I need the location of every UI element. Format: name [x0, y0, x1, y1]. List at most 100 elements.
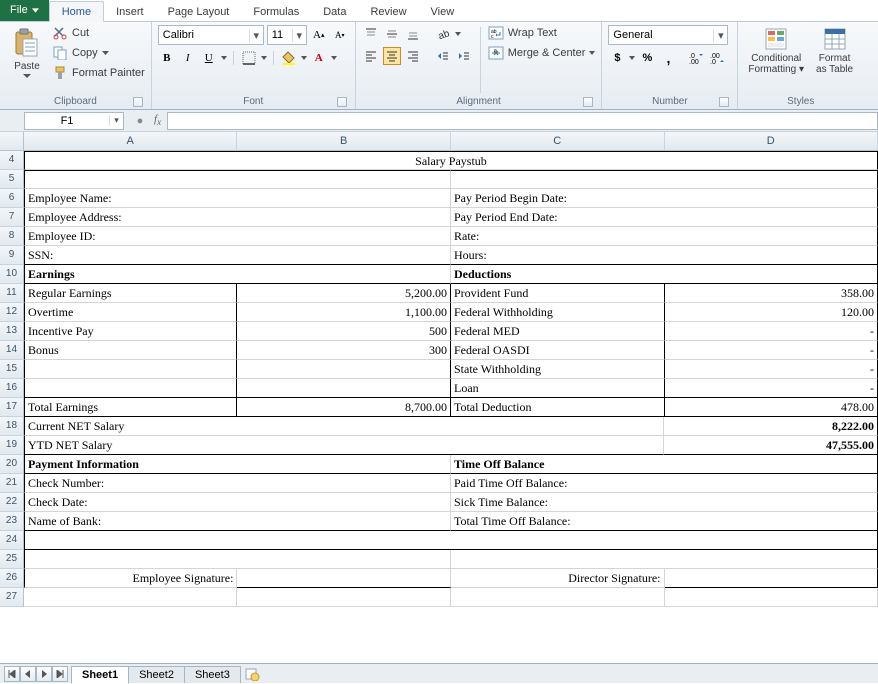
cell[interactable]: 5,200.00 — [237, 284, 451, 303]
cell[interactable]: Rate: — [451, 227, 878, 246]
cell[interactable] — [237, 379, 451, 398]
orientation-button[interactable]: ab — [434, 25, 452, 43]
cell[interactable] — [237, 588, 451, 607]
font-color-button[interactable]: A — [310, 49, 328, 67]
cell[interactable]: - — [665, 379, 878, 398]
row-header[interactable]: 17 — [0, 398, 24, 417]
cell[interactable]: State Withholding — [451, 360, 665, 379]
merge-center-button[interactable]: aMerge & Center — [488, 45, 596, 61]
cell[interactable]: 500 — [237, 322, 451, 341]
cell[interactable]: Employee ID: — [24, 227, 451, 246]
cell[interactable]: Federal OASDI — [451, 341, 665, 360]
cell[interactable]: Deductions — [451, 265, 878, 284]
cell[interactable]: SSN: — [24, 246, 451, 265]
col-header[interactable]: D — [665, 132, 878, 150]
shrink-font-button[interactable]: A▾ — [331, 26, 349, 44]
col-header[interactable]: B — [237, 132, 451, 150]
row-header[interactable]: 19 — [0, 436, 24, 455]
percent-button[interactable]: % — [638, 49, 656, 67]
prev-sheet-button[interactable] — [20, 666, 36, 682]
cell[interactable] — [24, 588, 238, 607]
currency-button[interactable]: $ — [608, 49, 626, 67]
copy-button[interactable]: Copy — [52, 45, 145, 61]
row-header[interactable]: 14 — [0, 341, 24, 360]
row-header[interactable]: 25 — [0, 550, 24, 569]
sheet-tab[interactable]: Sheet2 — [128, 666, 185, 683]
cell[interactable] — [24, 360, 238, 379]
cell[interactable]: Bonus — [24, 341, 238, 360]
cell[interactable]: Director Signature: — [451, 569, 665, 588]
row-header[interactable]: 8 — [0, 227, 24, 246]
row-header[interactable]: 20 — [0, 455, 24, 474]
cell[interactable]: Employee Name: — [24, 189, 451, 208]
wrap-text-button[interactable]: abcWrap Text — [488, 25, 596, 41]
cell[interactable]: Current NET Salary — [24, 417, 665, 436]
decrease-decimal-button[interactable]: .00.0 — [708, 49, 726, 67]
row-header[interactable]: 26 — [0, 569, 24, 588]
row-header[interactable]: 22 — [0, 493, 24, 512]
cell[interactable]: 47,555.00 — [664, 436, 878, 455]
cell[interactable]: 8,700.00 — [237, 398, 451, 417]
tab-home[interactable]: Home — [49, 1, 104, 22]
cell[interactable]: Earnings — [24, 265, 451, 284]
row-header[interactable]: 27 — [0, 588, 24, 607]
row-header[interactable]: 18 — [0, 417, 24, 436]
formula-bar[interactable] — [167, 112, 878, 130]
cell[interactable]: Loan — [451, 379, 665, 398]
cell[interactable]: Hours: — [451, 246, 878, 265]
cell[interactable]: 120.00 — [665, 303, 878, 322]
dialog-launcher-icon[interactable] — [719, 97, 729, 107]
cell[interactable]: Employee Address: — [24, 208, 451, 227]
grow-font-button[interactable]: A▴ — [310, 26, 328, 44]
dialog-launcher-icon[interactable] — [583, 97, 593, 107]
cell[interactable]: Pay Period Begin Date: — [451, 189, 878, 208]
align-right-button[interactable] — [404, 47, 422, 65]
cell[interactable] — [24, 531, 878, 550]
row-header[interactable]: 13 — [0, 322, 24, 341]
cell[interactable]: 1,100.00 — [237, 303, 451, 322]
insert-function-icon[interactable]: ● — [132, 113, 148, 129]
cell[interactable] — [451, 550, 878, 569]
row-header[interactable]: 11 — [0, 284, 24, 303]
row-header[interactable]: 23 — [0, 512, 24, 531]
number-format-combo[interactable]: ▾ — [608, 25, 728, 45]
underline-button[interactable]: U — [200, 49, 218, 67]
cell[interactable]: Pay Period End Date: — [451, 208, 878, 227]
format-painter-button[interactable]: Format Painter — [52, 65, 145, 81]
cell[interactable]: Regular Earnings — [24, 284, 238, 303]
cell[interactable] — [24, 170, 451, 189]
increase-decimal-button[interactable]: .0.00 — [687, 49, 705, 67]
cell[interactable]: Paid Time Off Balance: — [451, 474, 878, 493]
cell[interactable]: Check Date: — [24, 493, 451, 512]
dialog-launcher-icon[interactable] — [337, 97, 347, 107]
tab-formulas[interactable]: Formulas — [241, 2, 311, 21]
tab-data[interactable]: Data — [311, 2, 358, 21]
cell[interactable]: Total Time Off Balance: — [451, 512, 878, 531]
row-header[interactable]: 6 — [0, 189, 24, 208]
decrease-indent-button[interactable] — [434, 47, 452, 65]
align-middle-button[interactable] — [383, 25, 401, 43]
row-header[interactable]: 7 — [0, 208, 24, 227]
cell[interactable]: Incentive Pay — [24, 322, 238, 341]
cell[interactable]: Overtime — [24, 303, 238, 322]
italic-button[interactable]: I — [179, 49, 197, 67]
cell[interactable]: Sick Time Balance: — [451, 493, 878, 512]
sheet-tab[interactable]: Sheet3 — [184, 666, 241, 683]
cell[interactable]: 300 — [237, 341, 451, 360]
row-header[interactable]: 9 — [0, 246, 24, 265]
row-header[interactable]: 21 — [0, 474, 24, 493]
row-header[interactable]: 4 — [0, 151, 24, 170]
cell[interactable] — [237, 360, 451, 379]
cell[interactable]: Total Earnings — [24, 398, 238, 417]
cell[interactable]: Employee Signature: — [24, 569, 238, 588]
row-header[interactable]: 15 — [0, 360, 24, 379]
align-bottom-button[interactable] — [404, 25, 422, 43]
cell[interactable]: Check Number: — [24, 474, 451, 493]
cell[interactable] — [451, 170, 878, 189]
align-center-button[interactable] — [383, 47, 401, 65]
cell[interactable] — [451, 588, 665, 607]
cell[interactable]: - — [665, 322, 878, 341]
cell[interactable]: Payment Information — [24, 455, 451, 474]
cell[interactable]: Name of Bank: — [24, 512, 451, 531]
font-size-combo[interactable]: ▾ — [267, 25, 307, 45]
